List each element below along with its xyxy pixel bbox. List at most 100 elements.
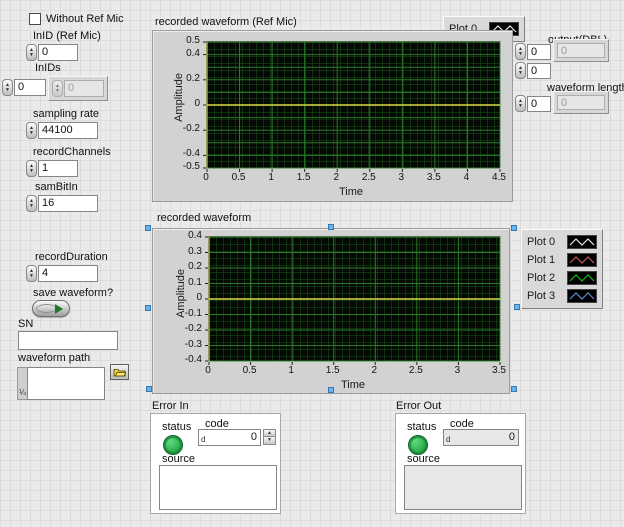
plot-sample-icon[interactable] [567,235,597,249]
error-out-code-value: 0 [509,431,515,443]
inid-label: InID (Ref Mic) [33,30,101,42]
selection-handle[interactable] [514,304,520,310]
output-dbl-element: 0 [557,43,605,58]
sam-bit-in-value[interactable]: 16 [38,195,98,212]
plot-sample-icon[interactable] [567,289,597,303]
legend-item-plot-1[interactable]: Plot 1 [527,251,597,269]
x-axis-label: Time [341,379,365,391]
error-out-cluster: status code d 0 source [395,413,526,514]
output-dbl-row-index[interactable]: 0 [527,44,551,60]
x-tick-label: 1 [276,365,306,376]
radix-indicator[interactable]: d [201,435,205,444]
output-dbl-col-index-increment-decrement[interactable]: ▲▼ [515,62,526,79]
selection-handle[interactable] [511,386,517,392]
sam-bit-in-increment-decrement[interactable]: ▲▼ [26,195,37,212]
x-tick-label: 2 [321,172,351,183]
plot-area[interactable] [206,41,501,169]
waveform-length-index[interactable]: 0 [527,96,551,112]
plot-area[interactable] [208,236,501,362]
sampling-rate-increment-decrement[interactable]: ▲▼ [26,122,37,139]
record-channels-value[interactable]: 1 [38,160,78,177]
spin-up-icon[interactable]: ▲ [263,429,276,437]
error-in-code-spinner[interactable]: ▲ ▼ [263,429,276,445]
sampling-rate-value[interactable]: 44100 [38,122,98,139]
selection-handle[interactable] [146,386,152,392]
waveform-length-index-increment-decrement[interactable]: ▲▼ [515,95,526,112]
y-tick-label: -0.4 [166,354,202,365]
selection-handle[interactable] [145,225,151,231]
x-tick-label: 3.5 [484,365,514,376]
legend-item-plot-3[interactable]: Plot 3 [527,287,597,305]
x-tick-label: 2.5 [354,172,384,183]
inid-value[interactable]: 0 [38,44,78,61]
waveform-graph-ref-mic[interactable]: Amplitude Time 00.511.522.533.544.50.50.… [152,30,513,202]
error-in-source-field[interactable] [159,465,277,510]
selection-handle[interactable] [145,305,151,311]
output-dbl-row-index-increment-decrement[interactable]: ▲▼ [515,43,526,60]
legend-item-plot-2[interactable]: Plot 2 [527,269,597,287]
record-duration-increment-decrement[interactable]: ▲▼ [26,265,37,282]
error-in-status-label: status [162,421,191,433]
inids-element-container: ▲▼ 0 [48,76,108,101]
error-in-cluster: status code d 0 ▲ ▼ source [150,413,281,514]
y-tick-label: 0.3 [166,246,202,257]
waveform-graph[interactable]: Amplitude Time 00.511.522.533.50.40.30.2… [152,228,510,394]
plot-sample-icon[interactable] [567,271,597,285]
x-tick-label: 3.5 [419,172,449,183]
inids-element-increment-decrement[interactable]: ▲▼ [52,80,63,97]
selection-handle[interactable] [328,387,334,393]
error-out-title: Error Out [396,400,441,412]
save-waveform-button[interactable] [32,300,70,317]
sn-label: SN [18,318,33,330]
sam-bit-in-label: samBitIn [35,181,78,193]
selection-handle[interactable] [511,225,517,231]
x-tick-label: 4.5 [484,172,514,183]
path-type-glyph[interactable]: ¼ [17,367,27,400]
output-dbl-col-index[interactable]: 0 [527,63,551,79]
inid-increment-decrement[interactable]: ▲▼ [26,44,37,61]
record-channels-increment-decrement[interactable]: ▲▼ [26,160,37,177]
legend-plot-name: Plot 1 [527,254,563,266]
record-channels-label: recordChannels [33,146,111,158]
graph-ref-mic-title: recorded waveform (Ref Mic) [155,16,297,28]
error-in-status-led[interactable] [163,435,183,455]
y-tick-label: 0.2 [164,73,200,84]
error-out-source-field [404,465,522,510]
error-in-title: Error In [152,400,189,412]
inids-index-value[interactable]: 0 [14,79,46,96]
y-tick-label: -0.1 [166,308,202,319]
waveform-path-label: waveform path [18,352,90,364]
y-tick-label: -0.2 [164,123,200,134]
graph-title: recorded waveform [157,212,251,224]
waveform-length-element: 0 [557,95,605,110]
plot-sample-icon[interactable] [567,253,597,267]
legend-item-plot-0[interactable]: Plot 0 [527,233,597,251]
y-tick-label: 0.5 [164,35,200,46]
waveform-length-element-container: 0 [553,91,609,114]
x-tick-label: 2.5 [401,365,431,376]
sn-input[interactable] [18,331,118,350]
y-tick-label: 0.2 [166,261,202,272]
inids-index-increment-decrement[interactable]: ▲▼ [2,79,13,96]
x-tick-label: 4 [451,172,481,183]
x-tick-label: 0.5 [224,172,254,183]
without-ref-mic-label: Without Ref Mic [46,13,124,25]
y-tick-label: -0.5 [164,161,200,172]
inids-element-value[interactable]: 0 [64,80,104,97]
error-in-code-value: 0 [251,431,257,443]
spin-down-icon[interactable]: ▼ [263,437,276,445]
save-waveform-button-face [36,304,57,313]
output-dbl-element-container: 0 [553,39,609,62]
error-in-code-field[interactable]: d 0 [198,429,261,446]
record-duration-value[interactable]: 4 [38,265,98,282]
x-tick-label: 0 [191,172,221,183]
without-ref-mic-checkbox[interactable] [29,13,41,25]
save-waveform-label: save waveform? [33,287,113,299]
browse-button[interactable] [110,364,129,380]
waveform-path-input[interactable] [27,367,105,400]
selection-handle[interactable] [328,224,334,230]
x-tick-label: 3 [442,365,472,376]
y-tick-label: 0.4 [166,230,202,241]
folder-icon [113,367,126,377]
error-out-code-field: d 0 [443,429,519,446]
